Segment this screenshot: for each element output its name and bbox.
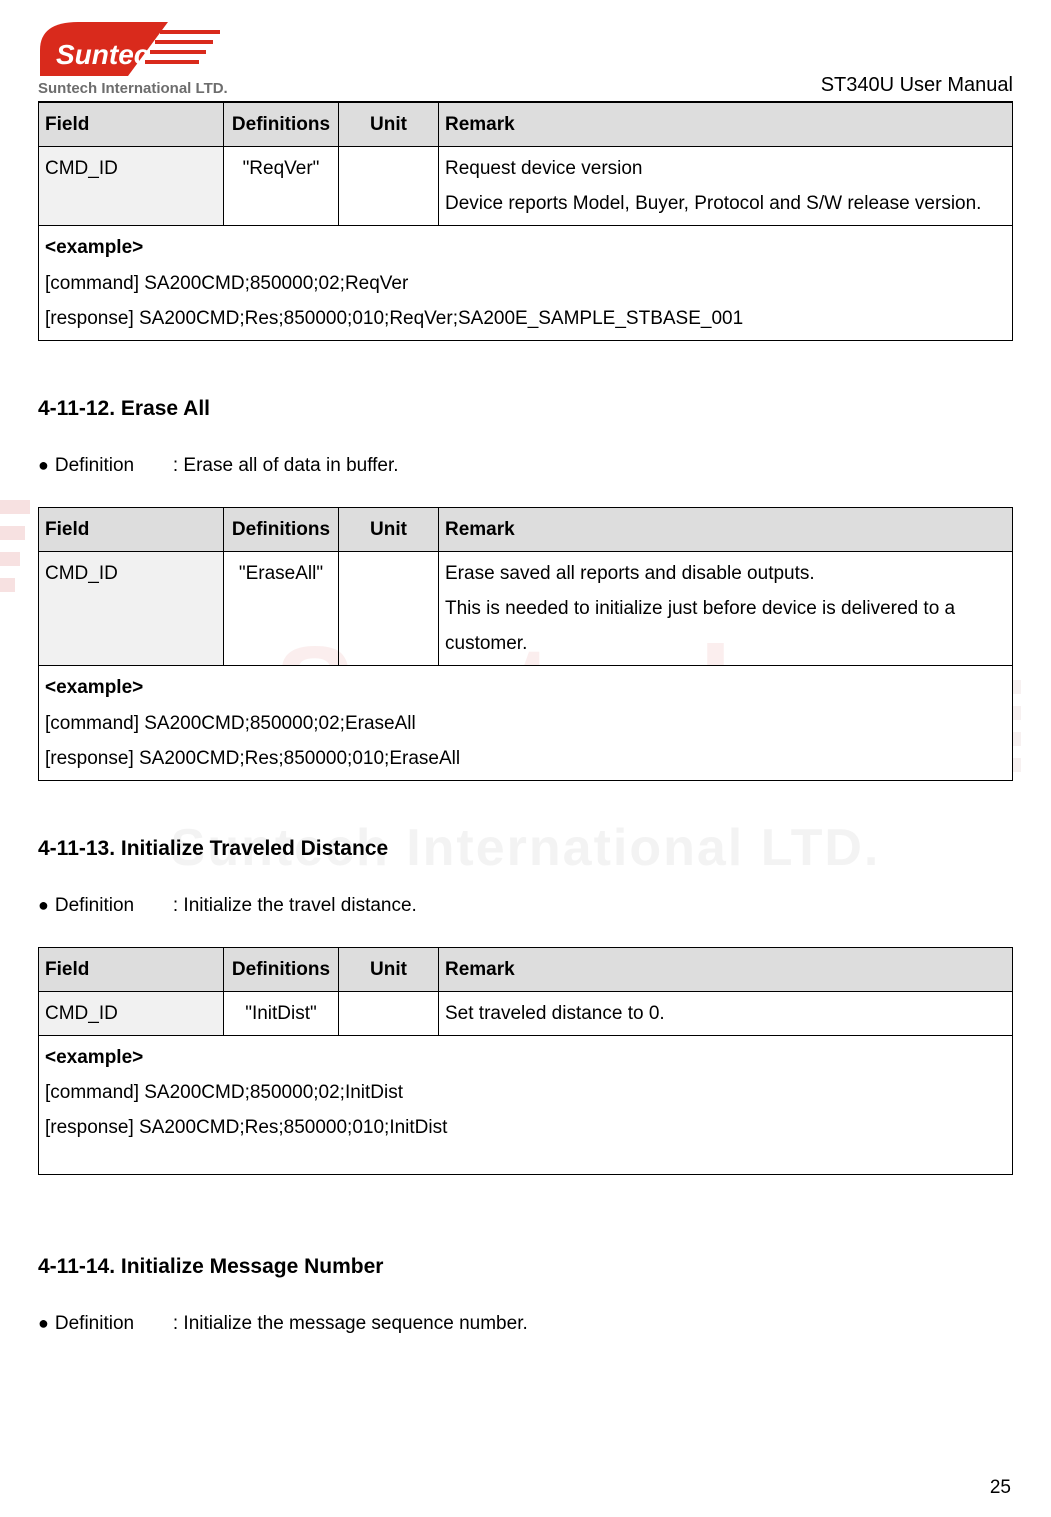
cell-remark: Set traveled distance to 0. <box>439 991 1013 1035</box>
cell-definition: "InitDist" <box>224 991 339 1035</box>
table-row-example: <example> [command] SA200CMD;850000;02;E… <box>39 666 1013 780</box>
table-header-definitions: Definitions <box>224 103 339 147</box>
bullet-icon: ● <box>38 895 49 916</box>
definition-row: ● Definition : Initialize the message se… <box>38 1313 1013 1335</box>
table-header-field: Field <box>39 507 224 551</box>
remark-text-1: Erase saved all reports and disable outp… <box>445 563 815 584</box>
cell-example: <example> [command] SA200CMD;850000;02;R… <box>39 226 1013 340</box>
table-header-remark: Remark <box>439 507 1013 551</box>
example-label: <example> <box>45 677 143 698</box>
bullet-icon: ● <box>38 1313 49 1334</box>
remark-text-1: Request device version <box>445 158 643 179</box>
section-heading-init-msg: 4-11-14. Initialize Message Number <box>38 1255 1013 1279</box>
document-title: ST340U User Manual <box>821 74 1013 97</box>
cell-unit <box>339 147 439 226</box>
table-row: CMD_ID "ReqVer" Request device version D… <box>39 147 1013 226</box>
example-response: [response] SA200CMD;Res;850000;010;Erase… <box>45 748 460 769</box>
cell-field: CMD_ID <box>39 147 224 226</box>
definition-label: Definition <box>55 455 173 477</box>
eraseall-table: Field Definitions Unit Remark CMD_ID "Er… <box>38 507 1013 781</box>
logo-company-text: Suntech International LTD. <box>38 80 228 97</box>
example-command: [command] SA200CMD;850000;02;InitDist <box>45 1082 403 1103</box>
cell-example: <example> [command] SA200CMD;850000;02;E… <box>39 666 1013 780</box>
reqver-table: Field Definitions Unit Remark CMD_ID "Re… <box>38 102 1013 341</box>
definition-text: : Erase all of data in buffer. <box>173 455 399 477</box>
definition-label: Definition <box>55 1313 173 1335</box>
cell-remark: Request device version Device reports Mo… <box>439 147 1013 226</box>
page-header: Suntech Suntech International LTD. ST340… <box>38 20 1013 102</box>
table-row-example: <example> [command] SA200CMD;850000;02;R… <box>39 226 1013 340</box>
table-header-remark: Remark <box>439 947 1013 991</box>
cell-example: <example> [command] SA200CMD;850000;02;I… <box>39 1036 1013 1174</box>
definition-text: : Initialize the message sequence number… <box>173 1313 528 1335</box>
definition-text: : Initialize the travel distance. <box>173 895 417 917</box>
bullet-icon: ● <box>38 455 49 476</box>
section-heading-erase-all: 4-11-12. Erase All <box>38 397 1013 421</box>
suntech-logo-icon: Suntech <box>38 20 228 78</box>
table-row-example: <example> [command] SA200CMD;850000;02;I… <box>39 1036 1013 1174</box>
table-header-unit: Unit <box>339 103 439 147</box>
cell-unit <box>339 991 439 1035</box>
cell-unit <box>339 551 439 665</box>
definition-label: Definition <box>55 895 173 917</box>
table-header-remark: Remark <box>439 103 1013 147</box>
definition-row: ● Definition : Initialize the travel dis… <box>38 895 1013 917</box>
cell-definition: "EraseAll" <box>224 551 339 665</box>
table-header-unit: Unit <box>339 947 439 991</box>
example-command: [command] SA200CMD;850000;02;EraseAll <box>45 713 416 734</box>
table-row: CMD_ID "EraseAll" Erase saved all report… <box>39 551 1013 665</box>
cell-definition: "ReqVer" <box>224 147 339 226</box>
example-response: [response] SA200CMD;Res;850000;010;InitD… <box>45 1117 447 1138</box>
table-row: CMD_ID "InitDist" Set traveled distance … <box>39 991 1013 1035</box>
cell-field: CMD_ID <box>39 991 224 1035</box>
example-label: <example> <box>45 1047 143 1068</box>
example-response: [response] SA200CMD;Res;850000;010;ReqVe… <box>45 308 743 329</box>
table-header-field: Field <box>39 947 224 991</box>
definition-row: ● Definition : Erase all of data in buff… <box>38 455 1013 477</box>
example-command: [command] SA200CMD;850000;02;ReqVer <box>45 273 408 294</box>
remark-text-2: Device reports Model, Buyer, Protocol an… <box>445 193 981 214</box>
example-label: <example> <box>45 237 143 258</box>
page-number: 25 <box>990 1477 1011 1499</box>
table-header-definitions: Definitions <box>224 947 339 991</box>
table-header-field: Field <box>39 103 224 147</box>
cell-field: CMD_ID <box>39 551 224 665</box>
initdist-table: Field Definitions Unit Remark CMD_ID "In… <box>38 947 1013 1175</box>
table-header-unit: Unit <box>339 507 439 551</box>
section-heading-init-dist: 4-11-13. Initialize Traveled Distance <box>38 837 1013 861</box>
table-header-definitions: Definitions <box>224 507 339 551</box>
remark-text-2: This is needed to initialize just before… <box>445 598 955 654</box>
svg-text:Suntech: Suntech <box>56 39 166 70</box>
cell-remark: Erase saved all reports and disable outp… <box>439 551 1013 665</box>
